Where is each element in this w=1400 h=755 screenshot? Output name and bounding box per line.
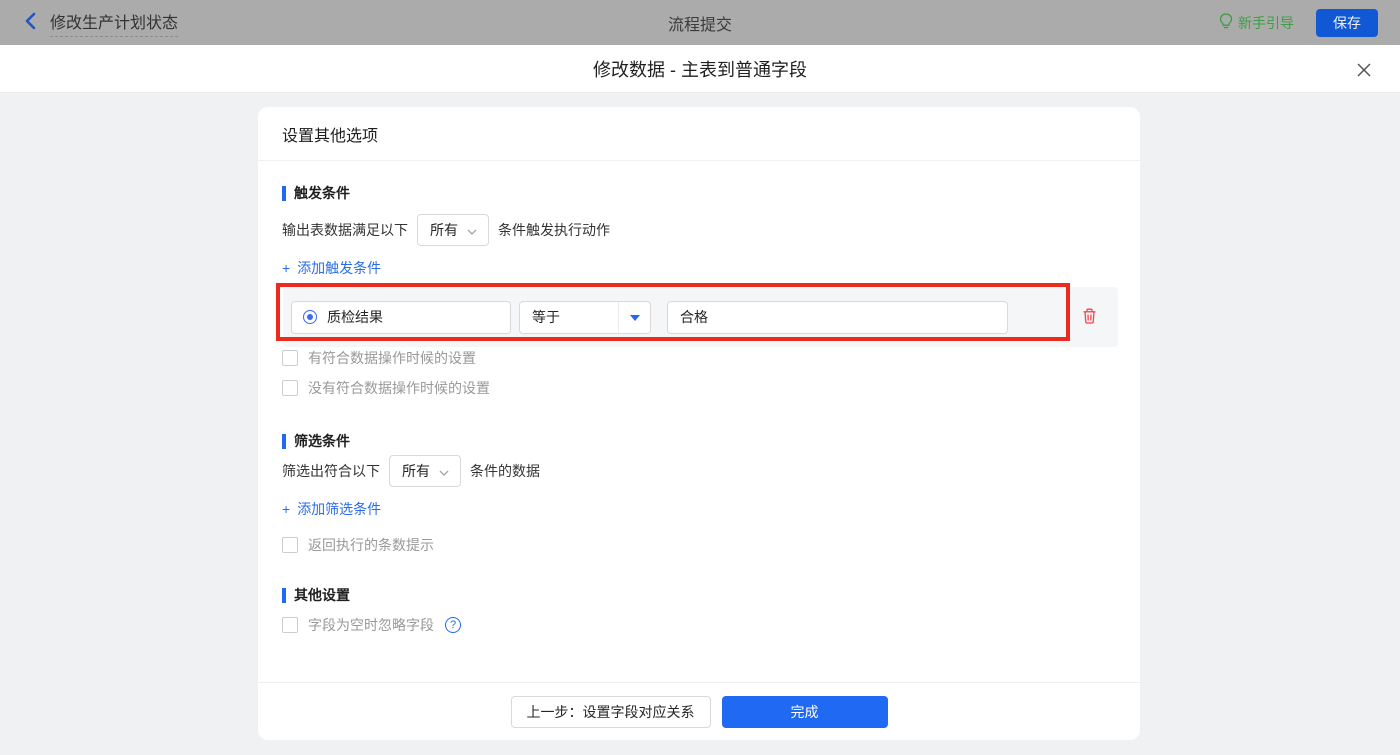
section-bar-icon: [282, 185, 286, 201]
save-button[interactable]: 保存: [1316, 8, 1378, 37]
trash-icon: [1081, 307, 1098, 328]
checkbox-count-hint-row[interactable]: 返回执行的条数提示: [282, 535, 434, 555]
trigger-section-title: 触发条件: [282, 183, 350, 203]
chevron-down-icon: [467, 222, 477, 238]
condition-value-input[interactable]: [667, 300, 1008, 334]
workflow-node-title[interactable]: 修改生产计划状态: [50, 9, 179, 37]
close-icon[interactable]: [1354, 60, 1374, 80]
checkbox-no-match-row[interactable]: 没有符合数据操作时候的设置: [282, 378, 490, 398]
trigger-sentence: 输出表数据满足以下 所有 条件触发执行动作: [282, 213, 610, 246]
trigger-sentence-prefix: 输出表数据满足以下: [282, 221, 408, 238]
checkbox-ignore-empty-row[interactable]: 字段为空时忽略字段 ?: [282, 615, 461, 635]
checkbox-icon[interactable]: [282, 380, 298, 396]
dialog-title: 修改数据 - 主表到普通字段: [593, 60, 807, 80]
add-filter-condition-link[interactable]: + 添加筛选条件: [282, 499, 381, 519]
lightbulb-icon: [1219, 12, 1233, 33]
chevron-down-icon: [439, 463, 449, 479]
process-title: 流程提交: [667, 16, 732, 34]
beginner-guide-link[interactable]: 新手引导: [1219, 12, 1294, 33]
app-topbar: 修改生产计划状态 流程提交 新手引导 保存: [0, 0, 1400, 45]
condition-field-select[interactable]: 质检结果: [291, 300, 511, 334]
dialog-header: 修改数据 - 主表到普通字段: [0, 45, 1400, 93]
card-header-title: 设置其他选项: [258, 107, 1140, 161]
checkbox-has-match-row[interactable]: 有符合数据操作时候的设置: [282, 348, 476, 368]
trigger-condition-row: 质检结果 等于: [283, 287, 1118, 347]
section-bar-icon: [282, 433, 286, 449]
options-card: 设置其他选项 触发条件 输出表数据满足以下 所有 条件触发执行动作 + 添加触发…: [258, 107, 1140, 740]
trigger-match-select[interactable]: 所有: [417, 213, 489, 246]
filter-match-select[interactable]: 所有: [389, 454, 461, 487]
chevron-left-icon: [24, 12, 36, 33]
filter-section-title: 筛选条件: [282, 431, 350, 451]
help-icon[interactable]: ?: [445, 617, 461, 633]
filter-sentence: 筛选出符合以下 所有 条件的数据: [282, 454, 540, 487]
beginner-guide-label: 新手引导: [1238, 14, 1294, 31]
checkbox-icon[interactable]: [282, 350, 298, 366]
done-button[interactable]: 完成: [721, 695, 888, 728]
filter-sentence-suffix: 条件的数据: [470, 462, 540, 479]
checkbox-icon[interactable]: [282, 617, 298, 633]
previous-step-button[interactable]: 上一步：设置字段对应关系: [510, 695, 711, 728]
condition-operator-select[interactable]: 等于: [519, 300, 651, 334]
delete-condition-button[interactable]: [1081, 307, 1098, 328]
other-section-title: 其他设置: [282, 585, 350, 605]
trigger-sentence-suffix: 条件触发执行动作: [498, 221, 610, 238]
checkbox-icon[interactable]: [282, 537, 298, 553]
plus-icon: +: [282, 501, 291, 517]
caret-down-icon: [618, 301, 650, 333]
card-footer: 上一步：设置字段对应关系 完成: [258, 682, 1140, 740]
back-button[interactable]: [24, 12, 36, 33]
filter-sentence-prefix: 筛选出符合以下: [282, 462, 380, 479]
add-trigger-condition-link[interactable]: + 添加触发条件: [282, 258, 381, 278]
plus-icon: +: [282, 260, 291, 276]
radio-field-icon: [303, 310, 317, 324]
section-bar-icon: [282, 587, 286, 603]
